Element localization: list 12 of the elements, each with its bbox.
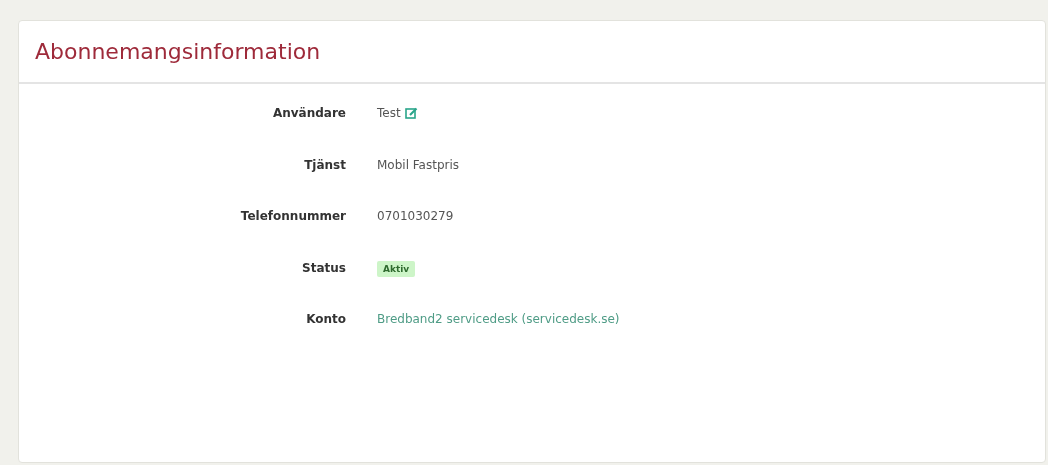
field-value: 0701030279 <box>377 209 454 223</box>
field-label: Konto <box>306 312 346 326</box>
field-label: Användare <box>272 106 346 120</box>
account-link[interactable]: Bredband2 servicedesk (servicedesk.se) <box>377 312 620 326</box>
edit-icon[interactable] <box>404 107 418 119</box>
status-badge: Aktiv <box>377 260 416 277</box>
field-label: Telefonnummer <box>240 209 346 223</box>
field-label: Tjänst <box>304 157 346 172</box>
field-value: Test <box>377 106 401 120</box>
field-label: Status <box>302 260 346 275</box>
card-title: Abonnemangsinformation <box>35 39 321 64</box>
field-value: Mobil Fastpris <box>377 157 460 172</box>
